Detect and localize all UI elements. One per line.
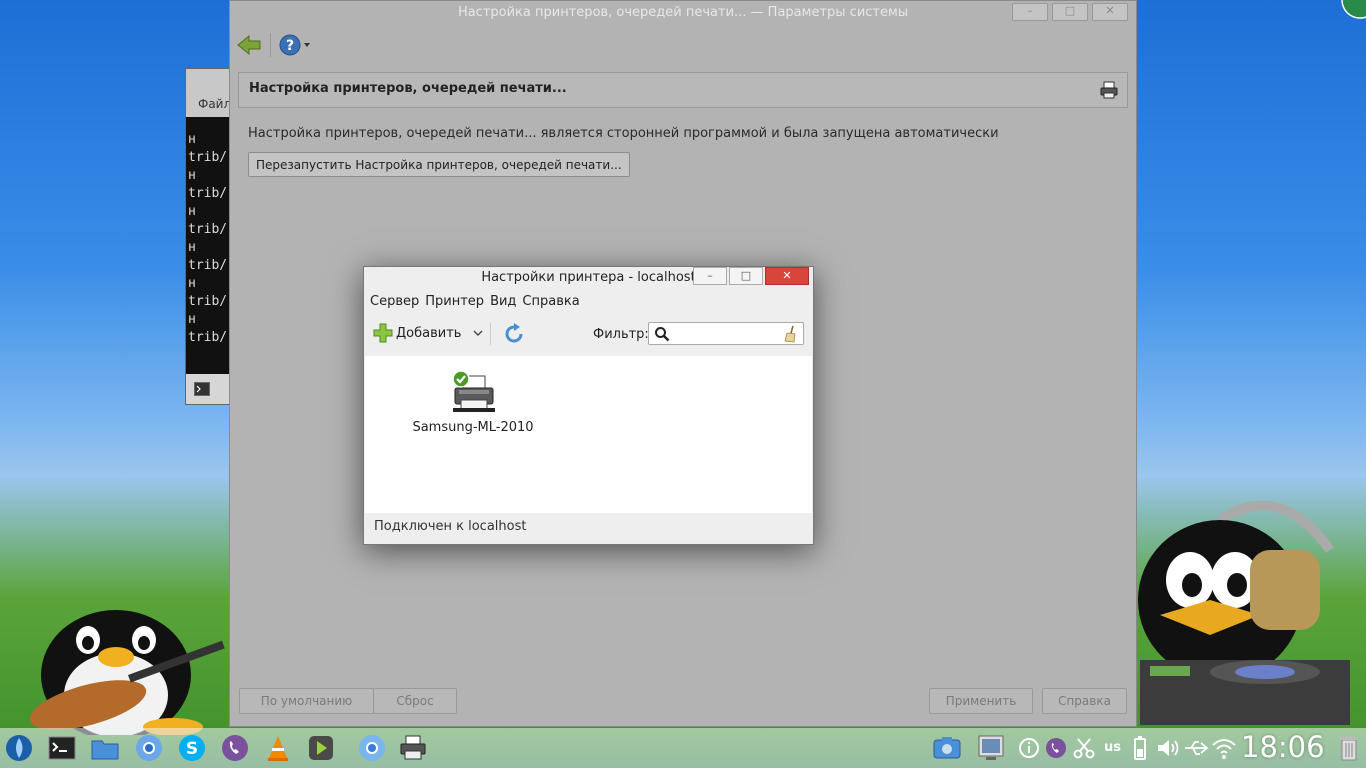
dialog-window-controls: – □ ✕ (693, 267, 809, 285)
wallpaper-penguin-dj (1138, 500, 1350, 725)
printer-settings-dialog: Настройки принтера - localhost – □ ✕ Сер… (363, 266, 814, 545)
player-icon[interactable] (306, 733, 336, 763)
viber-tray-icon[interactable] (1041, 733, 1071, 763)
window-controls: – □ ✕ (1012, 3, 1128, 21)
panel-title: Настройка принтеров, очередей печати... (249, 81, 567, 96)
svg-text:?: ? (286, 38, 294, 54)
printer-name: Samsung-ML-2010 (412, 420, 534, 435)
default-printer-icon (452, 370, 495, 412)
terminal-line: trib/ (188, 294, 228, 309)
printer-item[interactable]: Samsung-ML-2010 (405, 370, 541, 435)
info-icon[interactable] (1014, 733, 1044, 763)
defaults-button[interactable]: По умолчанию (239, 688, 374, 714)
svg-text:S: S (186, 739, 198, 759)
reset-button[interactable]: Сброс (373, 688, 457, 714)
restart-button[interactable]: Перезапустить Настройка принтеров, очере… (248, 152, 630, 177)
terminal-window[interactable]: Файл н trib/ н trib/ н trib/ н trib/ н t… (185, 68, 233, 405)
window-titlebar[interactable]: Настройка принтеров, очередей печати... … (230, 1, 1136, 27)
dialog-title: Настройки принтера - localhost (481, 270, 696, 285)
terminal-line: trib/ (188, 330, 228, 345)
terminal-line: trib/ (188, 150, 228, 165)
chevron-down-icon[interactable] (473, 328, 483, 338)
dialog-toolbar: Добавить Фильтр: (364, 313, 813, 355)
keyboard-layout-indicator[interactable]: us (1104, 740, 1121, 755)
search-icon (655, 327, 670, 342)
dialog-menubar: Сервер Принтер Вид Справка (364, 289, 813, 313)
settings-toolbar: ? (230, 27, 1136, 63)
window-title: Настройка принтеров, очередей печати... … (457, 5, 909, 20)
hot-corner-icon[interactable] (1336, 0, 1366, 20)
clock[interactable]: 18:06 (1241, 730, 1325, 764)
terminal-line: н (188, 132, 196, 147)
filter-field[interactable] (648, 322, 804, 345)
volume-icon[interactable] (1153, 733, 1183, 763)
terminal-line: trib/ (188, 258, 228, 273)
dialog-minimize-button[interactable]: – (693, 267, 727, 285)
close-button[interactable]: ✕ (1092, 3, 1128, 21)
wifi-icon[interactable] (1209, 733, 1239, 763)
files-icon[interactable] (90, 733, 120, 763)
maximize-button[interactable]: □ (1052, 3, 1088, 21)
trash-icon[interactable] (1334, 733, 1364, 763)
taskbar: S us 18:06 (0, 728, 1366, 768)
filter-input[interactable] (673, 325, 777, 344)
back-arrow-icon[interactable] (236, 33, 262, 57)
terminal-line: н (188, 276, 196, 291)
screenshot-icon[interactable] (932, 733, 962, 763)
scissors-icon[interactable] (1069, 733, 1099, 763)
vlc-icon[interactable] (263, 733, 293, 763)
terminal-statusbar (186, 374, 232, 404)
toolbar-separator (270, 33, 271, 57)
skype-icon[interactable]: S (177, 733, 207, 763)
printer-icon (1100, 81, 1118, 99)
plus-icon (373, 323, 393, 343)
dialog-titlebar[interactable]: Настройки принтера - localhost – □ ✕ (364, 267, 813, 289)
terminal-line: н (188, 240, 196, 255)
printer-icon[interactable] (398, 733, 428, 763)
terminal-icon[interactable] (47, 733, 77, 763)
minimize-button[interactable]: – (1012, 3, 1048, 21)
chromium-icon[interactable] (134, 733, 164, 763)
menu-printer[interactable]: Принтер (424, 294, 489, 309)
panel-header: Настройка принтеров, очередей печати... (238, 72, 1128, 108)
terminal-line: н (188, 312, 196, 327)
dialog-close-button[interactable]: ✕ (765, 267, 809, 285)
menu-help[interactable]: Справка (521, 294, 584, 309)
start-icon[interactable] (4, 733, 34, 763)
battery-icon[interactable] (1125, 733, 1155, 763)
external-app-message: Настройка принтеров, очередей печати... … (248, 126, 999, 141)
terminal-line: н (188, 204, 196, 219)
help-menu-icon[interactable]: ? (278, 33, 314, 57)
apply-button[interactable]: Применить (929, 688, 1033, 714)
filter-label: Фильтр: (593, 327, 649, 342)
printer-list: Samsung-ML-2010 (365, 356, 812, 513)
wallpaper-penguin-left (29, 610, 225, 735)
help-button[interactable]: Справка (1042, 688, 1127, 714)
terminal-line: trib/ (188, 186, 228, 201)
terminal-icon (194, 382, 210, 396)
refresh-icon[interactable] (502, 322, 526, 346)
connection-status: Подключен к localhost (374, 519, 527, 534)
add-printer-label: Добавить (396, 325, 462, 341)
chromium2-icon[interactable] (357, 733, 387, 763)
menu-view[interactable]: Вид (489, 294, 521, 309)
menu-server[interactable]: Сервер (369, 294, 424, 309)
terminal-menu-file[interactable]: Файл (186, 69, 232, 117)
usb-icon[interactable] (1181, 733, 1211, 763)
dialog-maximize-button[interactable]: □ (729, 267, 763, 285)
terminal-line: trib/ (188, 222, 228, 237)
terminal-output: н trib/ н trib/ н trib/ н trib/ н trib/ … (186, 117, 232, 347)
terminal-line: н (188, 168, 196, 183)
add-printer-button[interactable]: Добавить (372, 322, 483, 344)
viber-icon[interactable] (220, 733, 250, 763)
clear-filter-icon[interactable] (782, 325, 798, 343)
toolbar-separator (490, 323, 491, 345)
monitor-icon[interactable] (976, 733, 1006, 763)
